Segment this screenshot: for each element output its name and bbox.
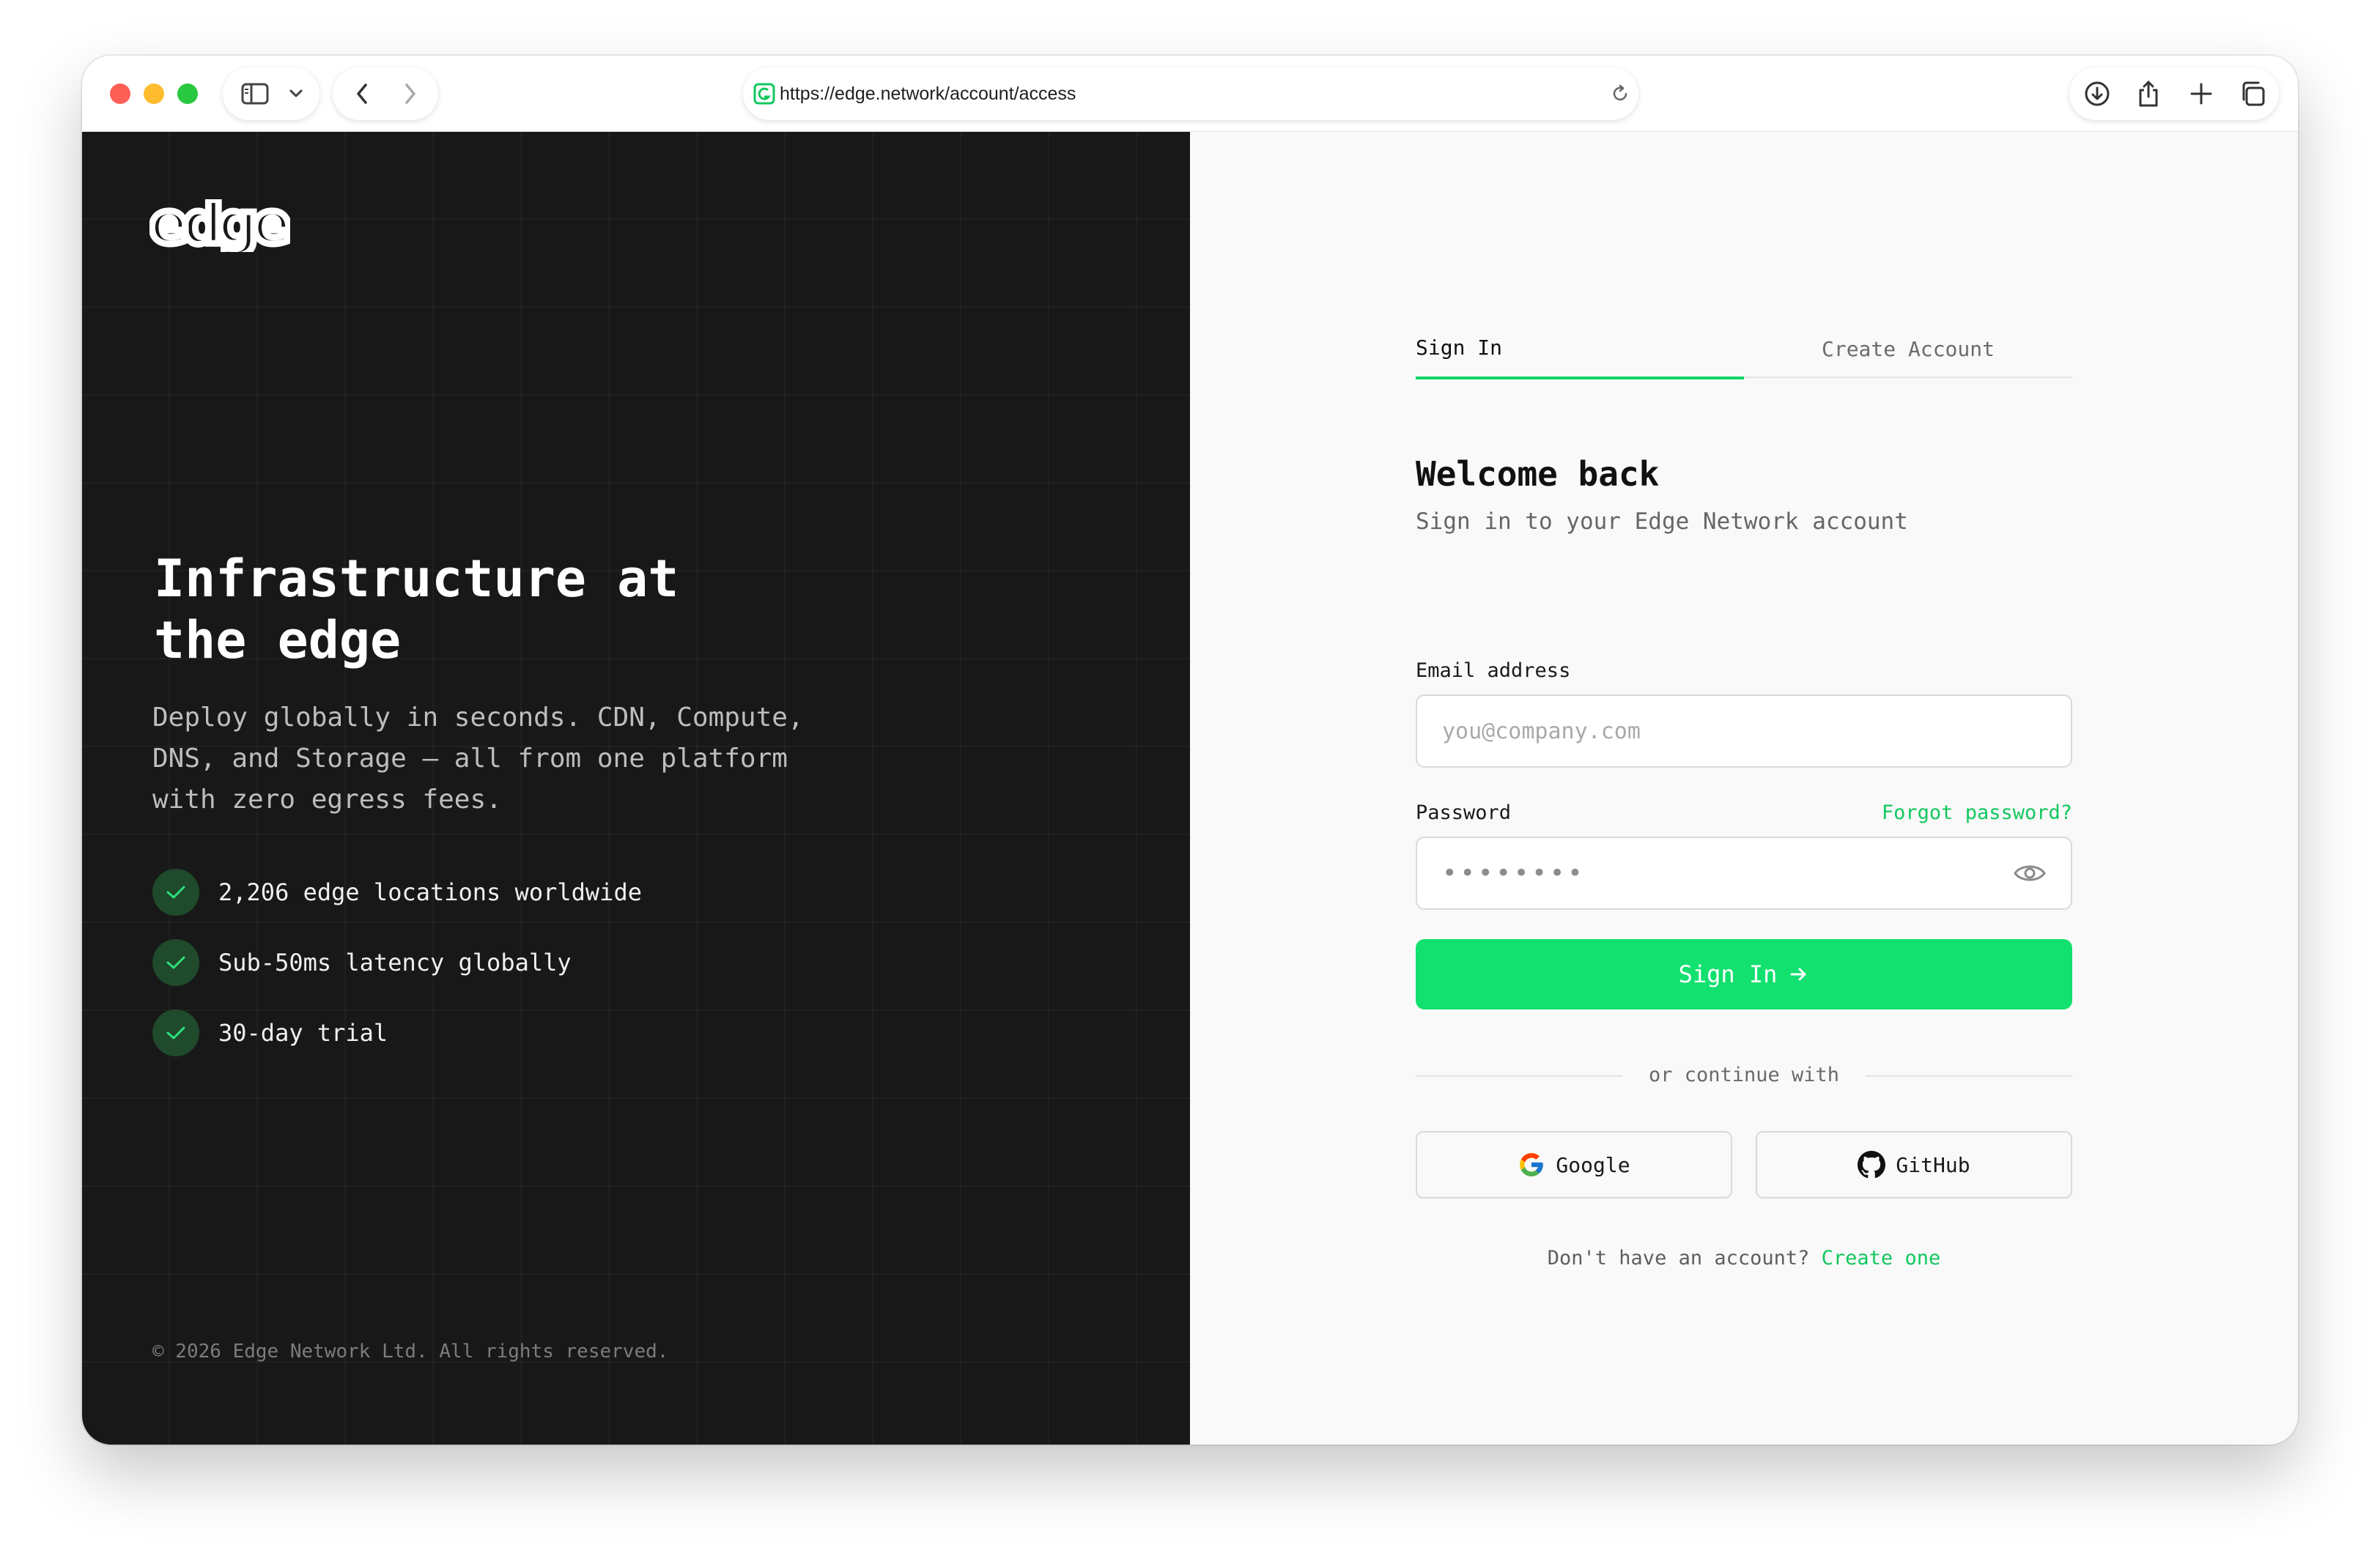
form-subtitle: Sign in to your Edge Network account	[1416, 508, 1908, 535]
copyright-text: © 2026 Edge Network Ltd. All rights rese…	[152, 1341, 669, 1363]
address-bar[interactable]: https://edge.network/account/access	[743, 67, 1638, 120]
logo-text: edge	[149, 199, 289, 252]
close-window-button[interactable]	[110, 84, 130, 104]
marketing-panel: edge Infrastructure at the edge Deploy g…	[82, 132, 1190, 1445]
google-button-label: Google	[1556, 1152, 1630, 1177]
divider-line	[1866, 1075, 2072, 1077]
feature-text: 30-day trial	[218, 1019, 388, 1047]
github-sign-in-button[interactable]: GitHub	[1756, 1131, 2072, 1198]
signup-prompt: Don't have an account? Create one	[1416, 1247, 2072, 1270]
url-text[interactable]: https://edge.network/account/access	[780, 67, 1076, 120]
browser-toolbar: https://edge.network/account/access	[82, 56, 2298, 132]
email-label: Email address	[1416, 659, 1571, 682]
hero-title-line: the edge	[154, 610, 402, 670]
eye-icon[interactable]	[2012, 860, 2047, 886]
google-icon	[1520, 1153, 1544, 1176]
hero-description: Deploy globally in seconds. CDN, Compute…	[152, 697, 856, 820]
minimize-window-button[interactable]	[144, 84, 164, 104]
github-icon	[1858, 1151, 1886, 1179]
check-icon	[152, 869, 199, 916]
feature-item: 2,206 edge locations worldwide	[152, 869, 642, 916]
hero-title: Infrastructure at the edge	[154, 548, 813, 671]
share-icon[interactable]	[2125, 67, 2172, 120]
password-label: Password	[1416, 801, 1512, 824]
hero-title-line: Infrastructure at	[154, 549, 679, 609]
google-sign-in-button[interactable]: Google	[1416, 1131, 1732, 1198]
tab-create-account[interactable]: Create Account	[1744, 330, 2072, 378]
hero-description-line: DNS, and Storage — all from one platform	[152, 744, 788, 774]
password-field[interactable]: ••••••••	[1416, 837, 2072, 910]
chevron-down-icon[interactable]	[280, 67, 312, 120]
auth-tabs: Sign In Create Account	[1416, 330, 2072, 379]
sign-in-button-label: Sign In	[1678, 960, 1778, 988]
site-favicon-icon	[752, 67, 777, 120]
feature-item: 30-day trial	[152, 1009, 642, 1056]
forgot-password-link[interactable]: Forgot password?	[1882, 801, 2072, 824]
check-icon	[152, 939, 199, 986]
navigation-group	[333, 67, 438, 120]
sidebar-toggle-group	[223, 67, 319, 120]
create-account-link[interactable]: Create one	[1822, 1247, 1941, 1270]
github-button-label: GitHub	[1896, 1152, 1970, 1177]
toolbar-actions-group	[2069, 67, 2279, 120]
tab-sign-in[interactable]: Sign In	[1416, 330, 1744, 379]
forward-icon[interactable]	[388, 67, 432, 120]
hero-description-line: with zero egress fees.	[152, 785, 502, 815]
download-icon[interactable]	[2074, 67, 2121, 120]
browser-window: https://edge.network/account/access edge…	[82, 56, 2298, 1445]
or-divider: or continue with	[1416, 1061, 2072, 1090]
email-field[interactable]	[1416, 694, 2072, 768]
form-title: Welcome back	[1416, 454, 1660, 494]
arrow-right-icon	[1790, 968, 1806, 981]
signup-prompt-text: Don't have an account?	[1547, 1247, 1810, 1270]
feature-list: 2,206 edge locations worldwide Sub-50ms …	[152, 869, 642, 1080]
edge-logo[interactable]: edge	[147, 188, 299, 261]
auth-panel: Sign In Create Account Welcome back Sign…	[1190, 132, 2298, 1445]
sidebar-icon[interactable]	[233, 67, 277, 120]
password-mask: ••••••••	[1442, 859, 1586, 888]
reload-icon[interactable]	[1608, 67, 1633, 120]
hero-description-line: Deploy globally in seconds. CDN, Compute…	[152, 703, 804, 733]
feature-text: Sub-50ms latency globally	[218, 949, 572, 976]
feature-item: Sub-50ms latency globally	[152, 939, 642, 986]
zoom-window-button[interactable]	[177, 84, 198, 104]
back-icon[interactable]	[340, 67, 384, 120]
sign-in-button[interactable]: Sign In	[1416, 939, 2072, 1009]
tab-overview-icon[interactable]	[2229, 67, 2276, 120]
feature-text: 2,206 edge locations worldwide	[218, 878, 642, 906]
check-icon	[152, 1009, 199, 1056]
new-tab-icon[interactable]	[2178, 67, 2225, 120]
